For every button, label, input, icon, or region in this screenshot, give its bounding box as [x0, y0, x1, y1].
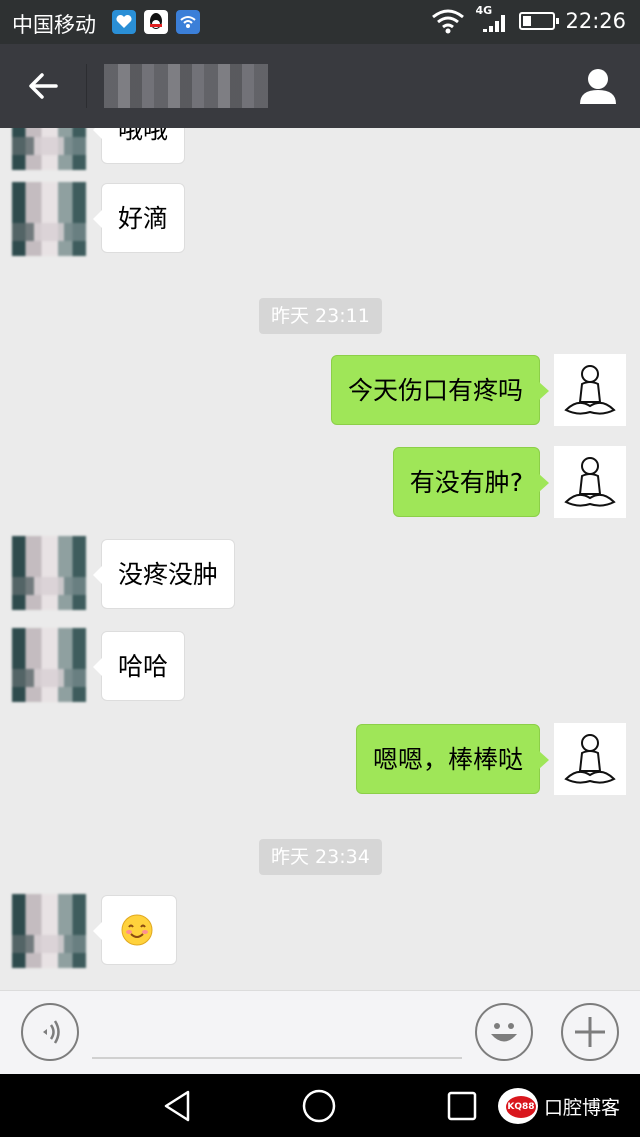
contact-avatar[interactable] [12, 894, 86, 968]
title-divider [86, 64, 87, 108]
back-triangle-icon[interactable] [160, 1088, 196, 1124]
carrier-label: 中国移动 [12, 13, 96, 37]
watermark-text: 口腔博客 [543, 1096, 620, 1119]
voice-icon [43, 1020, 60, 1044]
timestamp-label: 昨天 23:34 [259, 839, 382, 875]
clock: 22:26 [565, 9, 626, 33]
outgoing-message[interactable]: 嗯嗯，棒棒哒 [355, 724, 550, 794]
outgoing-message[interactable]: 有没有肿? [392, 447, 550, 517]
input-bar [0, 990, 640, 1074]
health-app-icon [112, 10, 136, 34]
contact-avatar[interactable] [12, 536, 86, 610]
watermark: KQ88 口腔博客 [497, 1088, 620, 1124]
contact-avatar[interactable] [12, 128, 86, 170]
signal-icon: 4G [475, 4, 509, 34]
outgoing-message[interactable]: 今天伤口有疼吗 [330, 355, 550, 425]
plus-icon [575, 1017, 605, 1047]
recents-square-icon[interactable] [444, 1088, 480, 1124]
contact-avatar[interactable] [12, 182, 86, 256]
plus-button[interactable] [561, 1003, 619, 1061]
incoming-message[interactable]: 哦哦 [92, 128, 186, 164]
timestamp-label: 昨天 23:11 [259, 298, 382, 334]
status-right: 4G 22:26 [431, 4, 626, 34]
arrow-left-icon[interactable] [26, 70, 60, 102]
message-list[interactable]: 哦哦 好滴 昨天 23:11 今天伤口有疼吗 有没有肿? 没疼没肿 哈哈 嗯嗯，… [0, 128, 640, 990]
incoming-message[interactable]: 哈哈 [92, 631, 186, 701]
chat-title-bar [0, 44, 640, 128]
voice-button[interactable] [21, 1003, 79, 1061]
home-circle-icon[interactable] [301, 1088, 337, 1124]
watermark-logo: KQ88 [497, 1088, 538, 1124]
self-avatar[interactable] [554, 354, 626, 426]
qq-icon [144, 10, 168, 34]
wifi-icon [432, 9, 465, 34]
person-icon[interactable] [578, 66, 618, 106]
emoji-button[interactable] [475, 1003, 533, 1061]
wifi-app-icon [176, 10, 200, 34]
self-avatar[interactable] [554, 723, 626, 795]
incoming-emoji-message[interactable] [93, 895, 177, 965]
status-bar: 中国移动 4G 22:26 [0, 0, 640, 44]
incoming-message[interactable]: 好滴 [92, 183, 186, 253]
message-input[interactable] [92, 1057, 462, 1059]
incoming-message[interactable]: 没疼没肿 [92, 539, 236, 609]
self-avatar[interactable] [554, 446, 626, 518]
battery-icon [519, 12, 560, 30]
smiling-face-emoji [121, 914, 153, 946]
contact-avatar[interactable] [12, 628, 86, 702]
system-nav-bar: KQ88 口腔博客 [0, 1074, 640, 1137]
contact-name-blurred [104, 64, 268, 108]
smiley-icon [491, 1023, 517, 1042]
